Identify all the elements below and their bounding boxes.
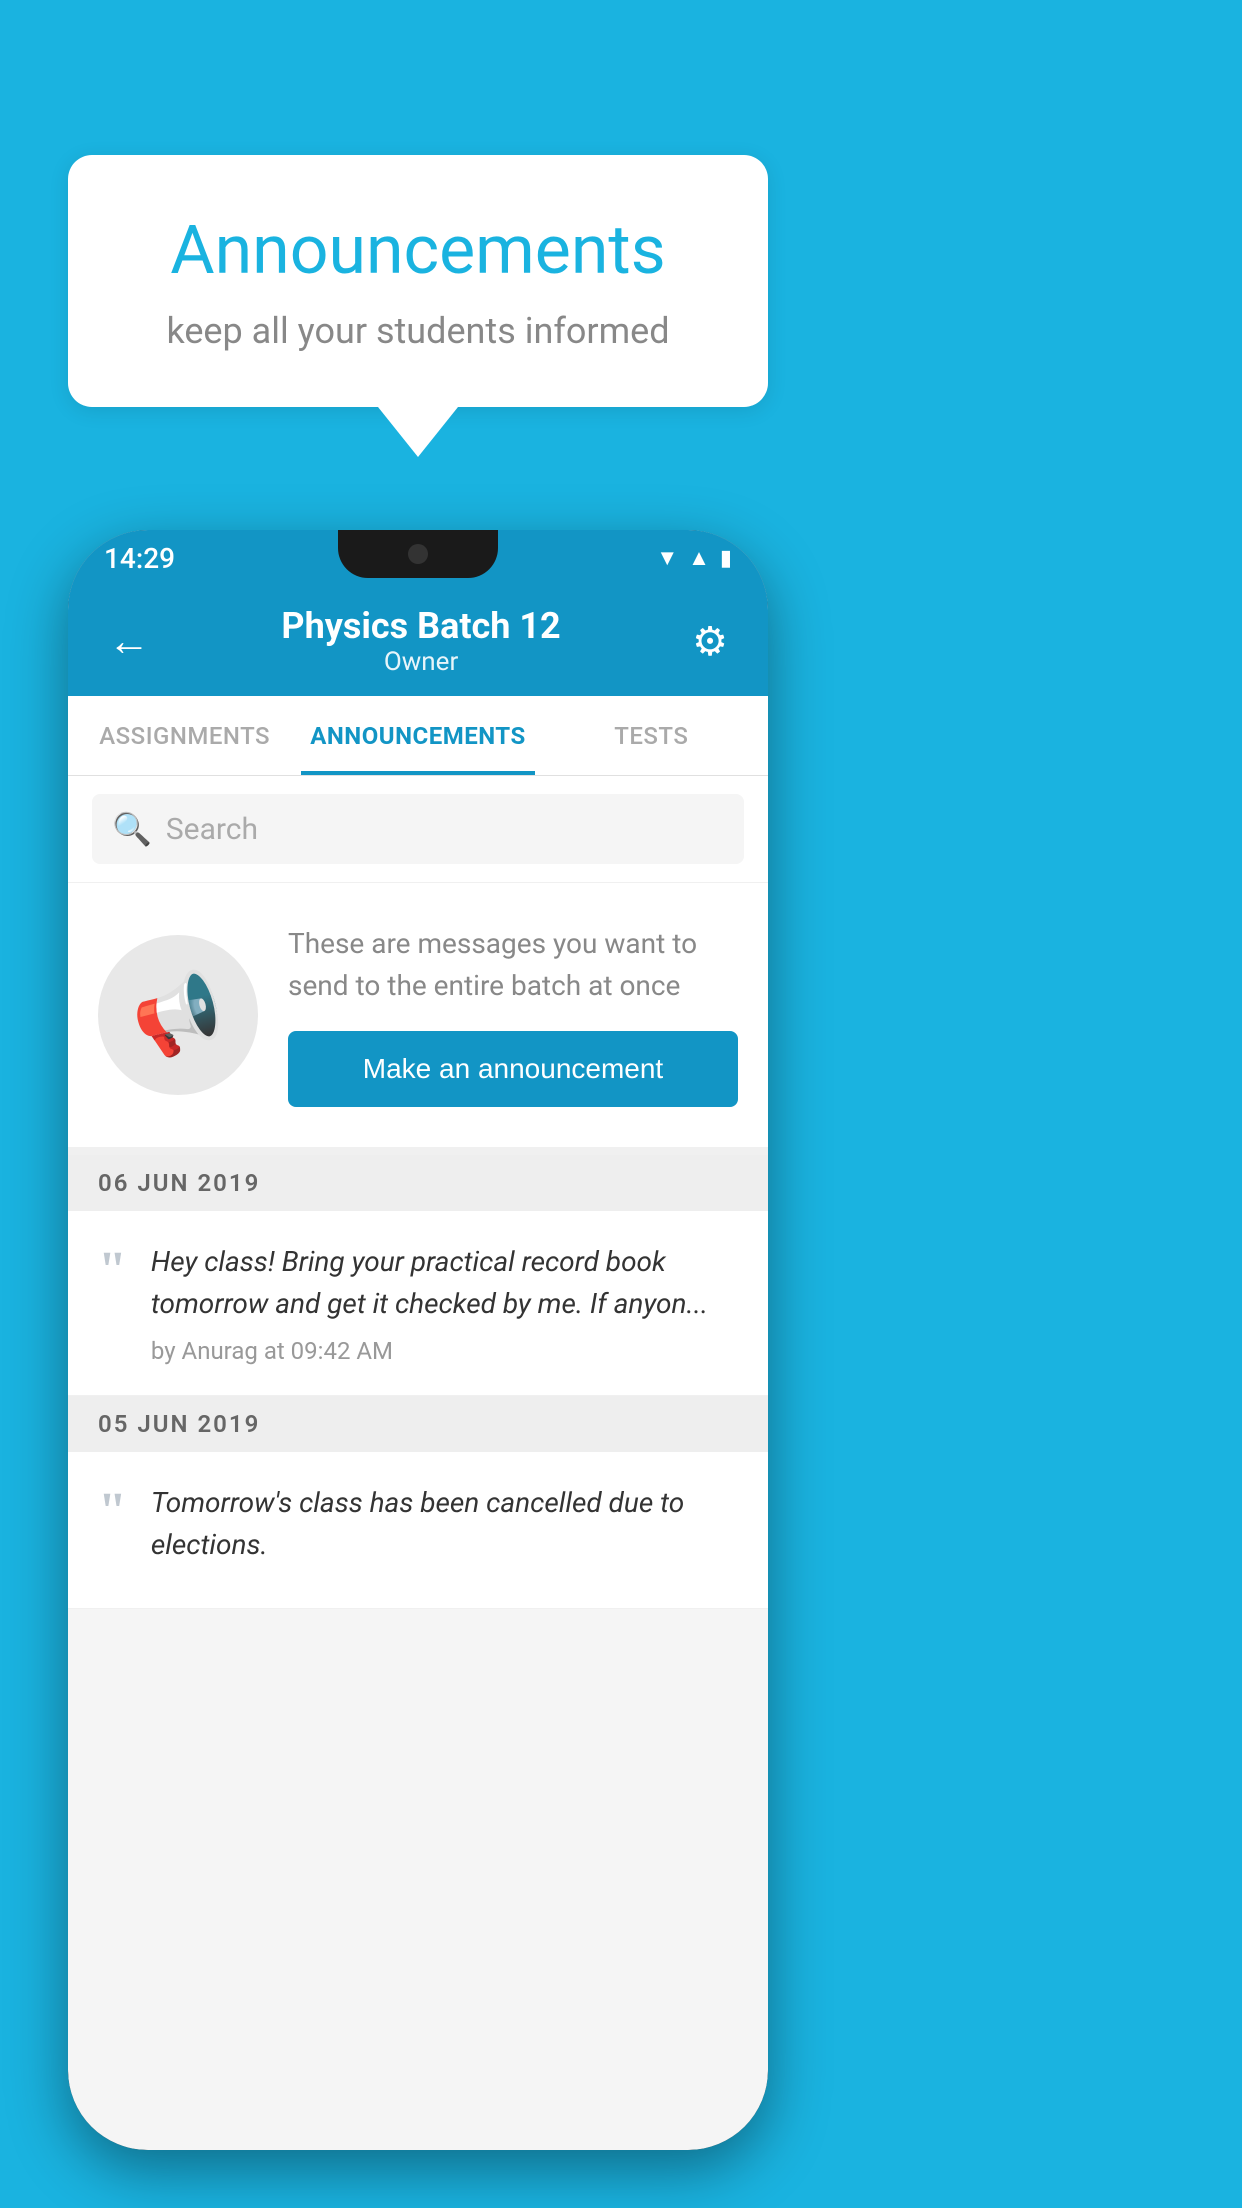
promo-icon-circle: 📢 bbox=[98, 935, 258, 1095]
megaphone-icon: 📢 bbox=[124, 962, 233, 1067]
status-time: 14:29 bbox=[104, 542, 175, 575]
announcement-item-1: " Hey class! Bring your practical record… bbox=[68, 1211, 768, 1396]
tab-tests[interactable]: TESTS bbox=[535, 696, 768, 775]
promo-right: These are messages you want to send to t… bbox=[288, 923, 738, 1107]
announcement-text-2: Tomorrow's class has been cancelled due … bbox=[151, 1482, 738, 1566]
app-bar-subtitle: Owner bbox=[160, 647, 682, 677]
quote-icon-2: " bbox=[98, 1486, 127, 1538]
announcement-item-2: " Tomorrow's class has been cancelled du… bbox=[68, 1452, 768, 1609]
app-bar: ← Physics Batch 12 Owner ⚙ bbox=[68, 586, 768, 696]
phone-frame: 14:29 ▼ ▲ ▮ ← Physics Batch 12 Owner ⚙ A… bbox=[68, 530, 768, 2150]
announcement-meta-1: by Anurag at 09:42 AM bbox=[151, 1337, 738, 1365]
back-button[interactable]: ← bbox=[98, 607, 160, 676]
search-input-wrapper[interactable]: 🔍 Search bbox=[92, 794, 744, 864]
make-announcement-button[interactable]: Make an announcement bbox=[288, 1031, 738, 1107]
app-bar-title-section: Physics Batch 12 Owner bbox=[160, 605, 682, 677]
signal-icon: ▲ bbox=[688, 545, 710, 571]
wifi-icon: ▼ bbox=[656, 545, 678, 571]
search-container: 🔍 Search bbox=[68, 776, 768, 883]
speech-bubble-tail bbox=[378, 407, 458, 457]
promo-description: These are messages you want to send to t… bbox=[288, 923, 738, 1007]
announcement-content-2: Tomorrow's class has been cancelled due … bbox=[151, 1482, 738, 1578]
app-bar-title: Physics Batch 12 bbox=[160, 605, 682, 647]
speech-bubble: Announcements keep all your students inf… bbox=[68, 155, 768, 407]
phone-screen: 14:29 ▼ ▲ ▮ ← Physics Batch 12 Owner ⚙ A… bbox=[68, 530, 768, 2150]
tab-assignments[interactable]: ASSIGNMENTS bbox=[68, 696, 301, 775]
camera-dot bbox=[408, 544, 428, 564]
speech-bubble-title: Announcements bbox=[128, 210, 708, 290]
speech-bubble-subtitle: keep all your students informed bbox=[128, 310, 708, 352]
quote-icon-1: " bbox=[98, 1245, 127, 1297]
tab-announcements[interactable]: ANNOUNCEMENTS bbox=[301, 696, 534, 775]
status-icons: ▼ ▲ ▮ bbox=[656, 545, 732, 571]
search-input[interactable]: Search bbox=[166, 812, 258, 847]
announcement-text-1: Hey class! Bring your practical record b… bbox=[151, 1241, 738, 1325]
announcement-content-1: Hey class! Bring your practical record b… bbox=[151, 1241, 738, 1365]
tabs-bar: ASSIGNMENTS ANNOUNCEMENTS TESTS bbox=[68, 696, 768, 776]
promo-section: 📢 These are messages you want to send to… bbox=[68, 883, 768, 1155]
settings-icon[interactable]: ⚙ bbox=[682, 608, 738, 675]
date-separator-1: 06 JUN 2019 bbox=[68, 1155, 768, 1211]
battery-icon: ▮ bbox=[720, 546, 732, 571]
search-icon: 🔍 bbox=[112, 810, 152, 848]
phone-notch bbox=[338, 530, 498, 578]
date-separator-2: 05 JUN 2019 bbox=[68, 1396, 768, 1452]
speech-bubble-container: Announcements keep all your students inf… bbox=[68, 155, 768, 457]
